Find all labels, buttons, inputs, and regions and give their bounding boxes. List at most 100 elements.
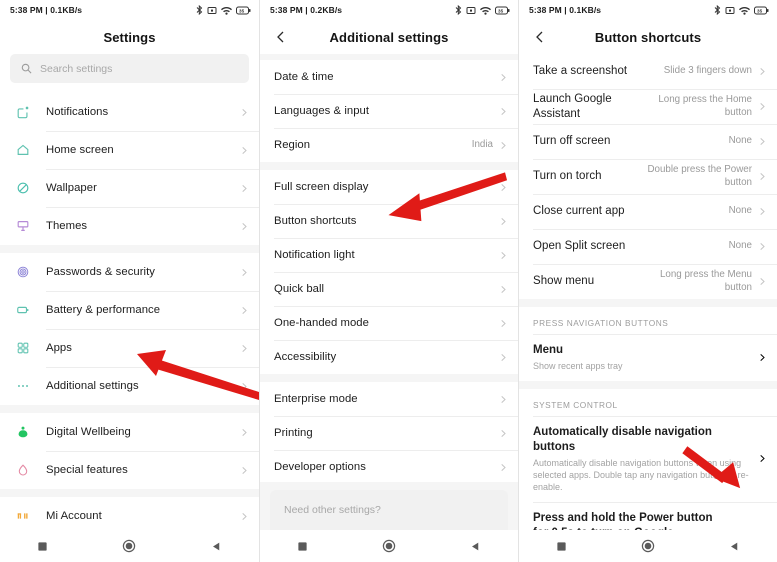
sidebar-item-label: Notifications <box>46 106 109 118</box>
sidebar-item-additional-settings[interactable]: Additional settings <box>0 367 259 405</box>
back-triangle-icon[interactable] <box>470 541 481 552</box>
sidebar-item-label: Home screen <box>46 144 114 156</box>
battery-icon: 35 <box>495 6 510 14</box>
status-bar: 5:38 PM | 0.2KB/s 35 <box>260 0 518 20</box>
back-chevron-icon[interactable] <box>274 30 288 44</box>
list-item-menu[interactable]: Menu Show recent apps tray <box>519 334 777 382</box>
chevron-right-icon <box>499 429 508 438</box>
home-circle-icon[interactable] <box>641 539 655 553</box>
list-item-accessibility[interactable]: Accessibility <box>260 340 518 374</box>
back-triangle-icon[interactable] <box>211 541 222 552</box>
sidebar-item-notifications[interactable]: Notifications <box>0 93 259 131</box>
list-item-texts: Automatically disable navigation buttons… <box>533 425 758 493</box>
search-placeholder: Search settings <box>40 62 113 75</box>
navigation-bar[interactable] <box>260 530 518 562</box>
group-system-control: SYSTEM CONTROL Automatically disable nav… <box>519 389 777 530</box>
sidebar-item-digital-wellbeing[interactable]: Digital Wellbeing <box>0 413 259 451</box>
list-item-date-time[interactable]: Date & time <box>260 60 518 94</box>
sidebar-item-battery-performance[interactable]: Battery & performance <box>0 291 259 329</box>
vibrate-icon <box>466 6 476 14</box>
list-item-open-split-screen[interactable]: Open Split screen None <box>519 229 777 264</box>
list-item-printing[interactable]: Printing <box>260 416 518 450</box>
list-item-value: Long press the Home button <box>658 94 752 118</box>
chevron-right-icon <box>499 395 508 404</box>
list-item-launch-google-assistant[interactable]: Launch Google Assistant Long press the H… <box>519 89 777 124</box>
sidebar-item-themes[interactable]: Themes <box>0 207 259 245</box>
wifi-icon <box>480 6 491 15</box>
list-item-notification-light[interactable]: Notification light <box>260 238 518 272</box>
recents-square-icon[interactable] <box>556 541 567 552</box>
list-item-turn-off-screen[interactable]: Turn off screen None <box>519 124 777 159</box>
sidebar-item-special-features[interactable]: Special features <box>0 451 259 489</box>
navigation-bar[interactable] <box>0 530 259 562</box>
list-item-enterprise-mode[interactable]: Enterprise mode <box>260 382 518 416</box>
settings-group-system: Passwords & security Battery & performan… <box>0 253 259 405</box>
chevron-right-icon <box>758 172 767 181</box>
list-item-value: Slide 3 fingers down <box>663 65 752 77</box>
list-item-power-button-assistant[interactable]: Press and hold the Power button for 0.5s… <box>519 502 777 530</box>
list-item-subtitle: Automatically disable navigation buttons… <box>533 457 749 493</box>
list-item-turn-on-torch[interactable]: Turn on torch Double press the Power but… <box>519 159 777 194</box>
home-circle-icon[interactable] <box>382 539 396 553</box>
sidebar-item-apps[interactable]: Apps <box>0 329 259 367</box>
list-item-close-current-app[interactable]: Close current app None <box>519 194 777 229</box>
list-item-developer-options[interactable]: Developer options <box>260 450 518 482</box>
sidebar-item-home-screen[interactable]: Home screen <box>0 131 259 169</box>
list-item-label: Accessibility <box>274 351 337 363</box>
group-locale: Date & time Languages & input Region Ind… <box>260 60 518 162</box>
list-item-title: Press and hold the Power button for 0.5s… <box>533 512 713 530</box>
settings-list[interactable]: Notifications Home screen Wallpaper Them… <box>0 93 259 530</box>
list-item-label: Quick ball <box>274 283 325 295</box>
sidebar-item-wallpaper[interactable]: Wallpaper <box>0 169 259 207</box>
settings-group-wellbeing: Digital Wellbeing Special features <box>0 413 259 489</box>
list-item-value: India <box>471 138 493 150</box>
sidebar-item-label: Battery & performance <box>46 304 161 316</box>
list-item-value: None <box>728 205 752 217</box>
list-item-take-screenshot[interactable]: Take a screenshot Slide 3 fingers down <box>519 54 777 89</box>
group-interface: Full screen display Button shortcuts Not… <box>260 170 518 374</box>
need-other-settings-button[interactable]: Need other settings? <box>270 490 508 530</box>
chevron-right-icon <box>240 146 249 155</box>
sidebar-item-label: Apps <box>46 342 72 354</box>
sidebar-item-passwords-security[interactable]: Passwords & security <box>0 253 259 291</box>
list-item-show-menu[interactable]: Show menu Long press the Menu button <box>519 264 777 299</box>
passwords-security-icon <box>10 265 36 279</box>
list-item-languages-input[interactable]: Languages & input <box>260 94 518 128</box>
list-item-value: Long press the Menu button <box>659 269 752 293</box>
battery-performance-icon <box>10 303 36 317</box>
recents-square-icon[interactable] <box>297 541 308 552</box>
sidebar-item-mi-account[interactable]: Mi Account <box>0 497 259 530</box>
status-time-network: 5:38 PM | 0.2KB/s <box>270 5 343 15</box>
button-shortcuts-list[interactable]: Take a screenshot Slide 3 fingers down L… <box>519 54 777 530</box>
vibrate-icon <box>725 6 735 14</box>
group-divider <box>0 405 259 413</box>
home-circle-icon[interactable] <box>122 539 136 553</box>
navigation-bar[interactable] <box>519 530 777 562</box>
list-item-quick-ball[interactable]: Quick ball <box>260 272 518 306</box>
status-icon-group: 35 <box>714 5 769 15</box>
recents-square-icon[interactable] <box>37 541 48 552</box>
back-chevron-icon[interactable] <box>533 30 547 44</box>
sidebar-item-label: Special features <box>46 464 128 476</box>
chevron-right-icon <box>758 277 767 286</box>
search-container: Search settings <box>0 54 259 93</box>
battery-icon: 35 <box>754 6 769 14</box>
search-input[interactable]: Search settings <box>10 54 249 83</box>
back-triangle-icon[interactable] <box>729 541 740 552</box>
page-title: Settings <box>103 29 156 45</box>
additional-settings-list[interactable]: Date & time Languages & input Region Ind… <box>260 54 518 482</box>
chevron-right-icon <box>499 353 508 362</box>
bluetooth-icon <box>714 5 721 15</box>
chevron-right-icon <box>499 107 508 116</box>
group-divider <box>0 489 259 497</box>
list-item-region[interactable]: Region India <box>260 128 518 162</box>
list-item-one-handed-mode[interactable]: One-handed mode <box>260 306 518 340</box>
chevron-right-icon <box>499 251 508 260</box>
list-item-auto-disable-nav-buttons[interactable]: Automatically disable navigation buttons… <box>519 416 777 503</box>
chevron-right-icon <box>240 382 249 391</box>
list-item-label: Launch Google Assistant <box>533 92 612 120</box>
list-item-button-shortcuts[interactable]: Button shortcuts <box>260 204 518 238</box>
wifi-icon <box>739 6 750 15</box>
need-other-settings-container: Need other settings? <box>260 482 518 530</box>
list-item-full-screen-display[interactable]: Full screen display <box>260 170 518 204</box>
